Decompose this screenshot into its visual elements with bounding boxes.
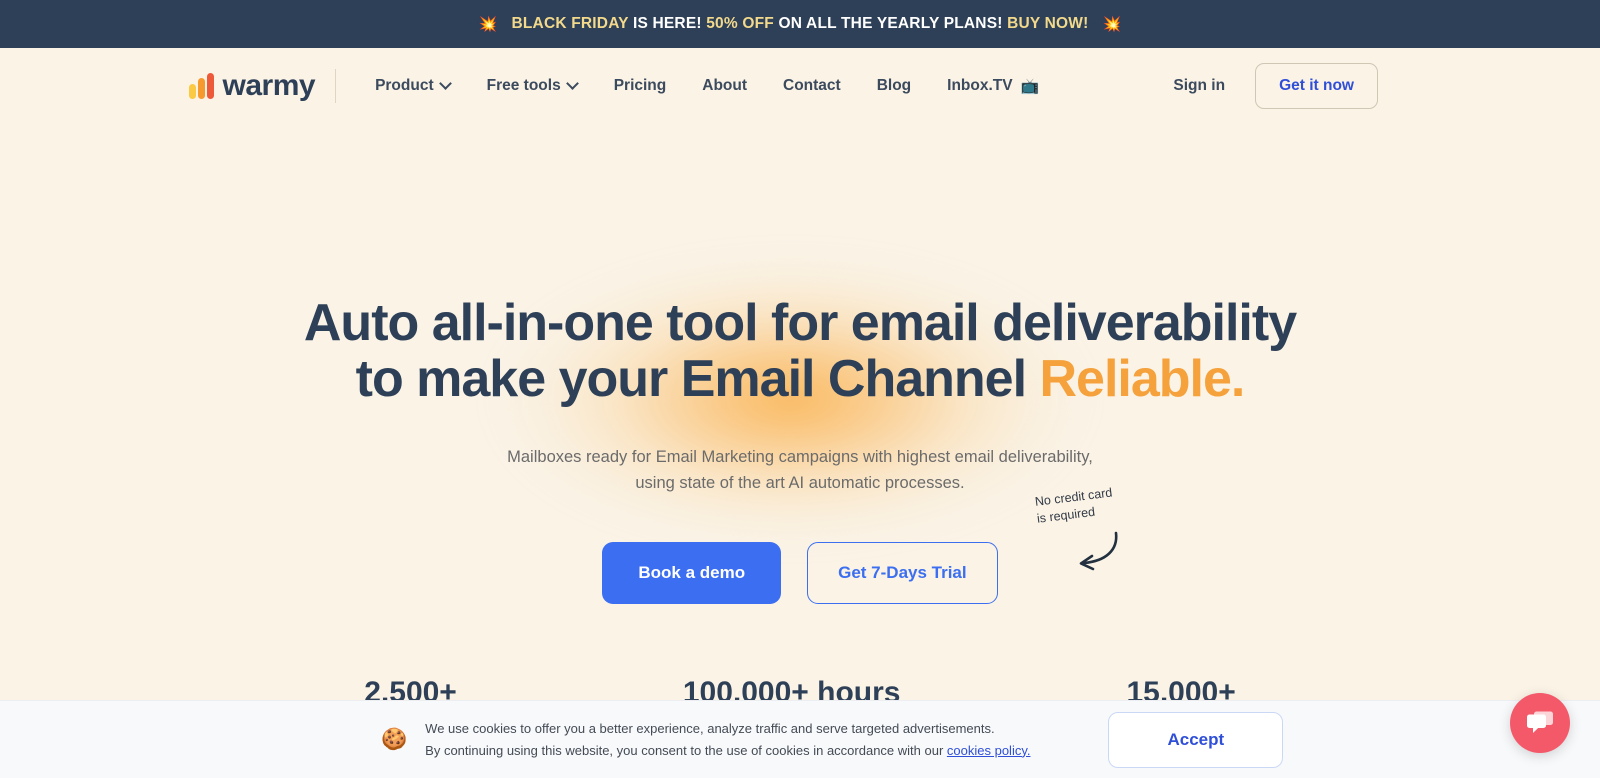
cookie-text: We use cookies to offer you a better exp… <box>425 718 1030 760</box>
page-title: Auto all-in-one tool for email deliverab… <box>0 294 1600 408</box>
chevron-down-icon <box>568 79 578 89</box>
nav-label: Inbox.TV <box>947 77 1013 94</box>
sparkle-icon-left: 💥 <box>478 15 498 33</box>
headline-line-1: Auto all-in-one tool for email deliverab… <box>303 294 1297 352</box>
cookie-consent-banner: 🍪 We use cookies to offer you a better e… <box>0 700 1600 778</box>
promo-part-2: IS HERE! <box>632 15 707 32</box>
chat-bubble-icon <box>1527 711 1553 733</box>
television-icon: 📺 <box>1020 78 1040 95</box>
promo-part-5: BUY NOW! <box>1007 15 1089 32</box>
accept-cookies-button[interactable]: Accept <box>1108 711 1284 768</box>
logo-text: warmy <box>222 69 316 102</box>
logo-bars-icon <box>189 73 214 99</box>
nav-label: Product <box>375 77 434 94</box>
hero-section: Auto all-in-one tool for email deliverab… <box>0 124 1600 700</box>
get-it-now-button[interactable]: Get it now <box>1255 63 1378 109</box>
logo[interactable]: warmy <box>189 69 316 103</box>
promo-part-4: ON ALL THE YEARLY PLANS! <box>778 15 1008 32</box>
header-divider <box>335 69 337 103</box>
promo-banner[interactable]: 💥 BLACK FRIDAY IS HERE! 50% OFF ON ALL T… <box>0 0 1600 48</box>
subtitle-line-2: using state of the art AI automatic proc… <box>635 473 965 492</box>
nav-label: Blog <box>876 77 912 94</box>
nav-item-pricing[interactable]: Pricing <box>596 69 685 103</box>
nav-item-product[interactable]: Product <box>357 69 469 103</box>
hero-cta-row: Book a demo Get 7-Days Trial No credit c… <box>0 486 1600 605</box>
nav-item-free-tools[interactable]: Free tools <box>469 69 596 103</box>
get-trial-button[interactable]: Get 7-Days Trial <box>807 542 998 605</box>
subtitle-line-1: Mailboxes ready for Email Marketing camp… <box>507 448 1093 467</box>
nav-label: Contact <box>783 77 841 94</box>
curved-arrow-icon <box>1079 532 1118 571</box>
nav-item-inbox-tv[interactable]: Inbox.TV 📺 <box>929 69 1057 103</box>
site-header: warmy Product Free tools Pricing About C… <box>0 48 1600 124</box>
cookie-content: 🍪 We use cookies to offer you a better e… <box>381 711 1284 768</box>
page-root: 💥 BLACK FRIDAY IS HERE! 50% OFF ON ALL T… <box>0 0 1600 778</box>
nav-label: Pricing <box>613 77 667 94</box>
main-nav: Product Free tools Pricing About Contact… <box>357 69 1057 103</box>
nav-label: About <box>702 77 748 94</box>
nav-item-contact[interactable]: Contact <box>765 69 859 103</box>
sign-in-link[interactable]: Sign in <box>1173 77 1225 95</box>
nav-item-about[interactable]: About <box>684 69 765 103</box>
cookie-line-1: We use cookies to offer you a better exp… <box>425 721 995 737</box>
hero-subtitle: Mailboxes ready for Email Marketing camp… <box>0 445 1600 496</box>
header-actions: Sign in Get it now <box>1173 63 1378 109</box>
nav-label: Free tools <box>486 77 561 94</box>
book-a-demo-button[interactable]: Book a demo <box>602 542 782 605</box>
promo-part-1: BLACK FRIDAY <box>511 15 633 32</box>
nav-item-blog[interactable]: Blog <box>859 69 929 103</box>
promo-banner-text: BLACK FRIDAY IS HERE! 50% OFF ON ALL THE… <box>511 15 1088 33</box>
cookie-icon: 🍪 <box>381 727 408 751</box>
promo-part-3: 50% OFF <box>706 15 779 32</box>
cookie-line-2: By continuing using this website, you co… <box>425 742 947 758</box>
hero-content: Auto all-in-one tool for email deliverab… <box>0 124 1600 605</box>
chevron-down-icon <box>441 79 451 89</box>
no-credit-card-note: No credit card is required <box>1034 486 1184 571</box>
sparkle-icon-right: 💥 <box>1102 15 1122 33</box>
chat-widget-button[interactable] <box>1510 693 1570 753</box>
cookies-policy-link[interactable]: cookies policy. <box>947 743 1031 758</box>
headline-line-2: to make your Email Channel <box>355 349 1040 408</box>
headline-accent: Reliable. <box>1039 349 1246 408</box>
